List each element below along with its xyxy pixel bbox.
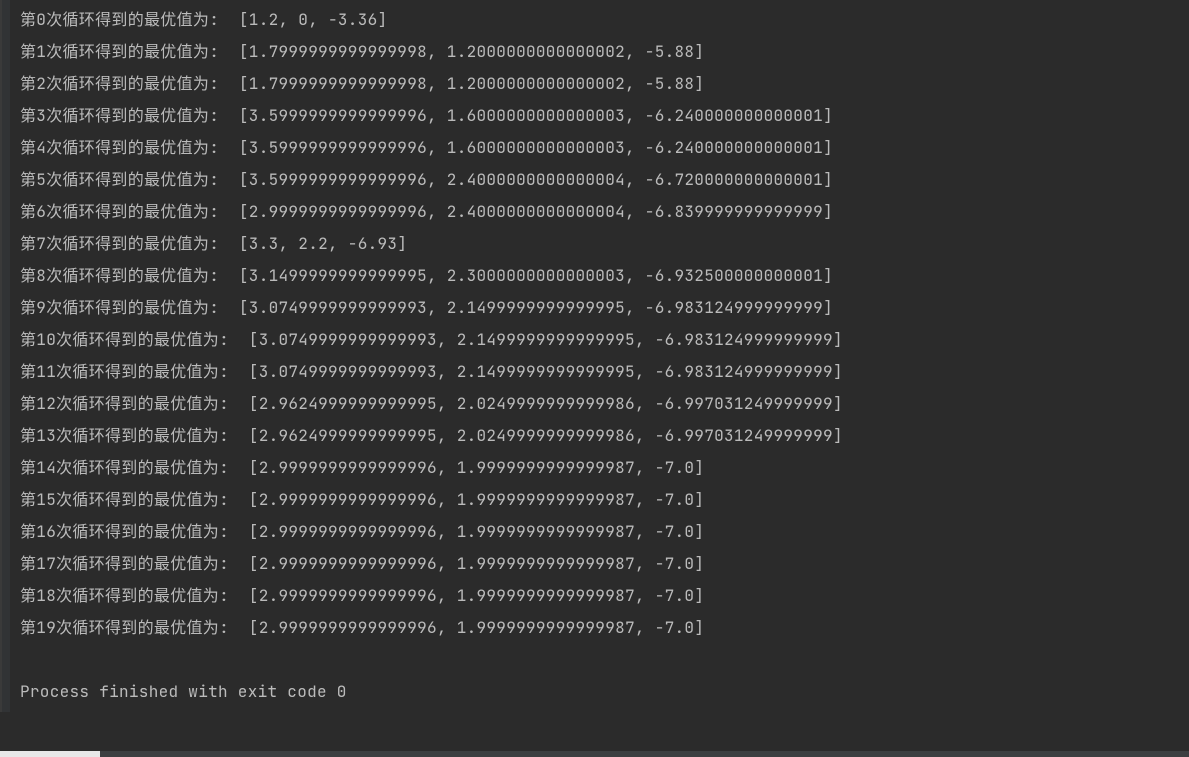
output-line: 第0次循环得到的最优值为: [1.2, 0, -3.36] xyxy=(20,4,1183,36)
output-line: 第10次循环得到的最优值为: [3.0749999999999993, 2.14… xyxy=(20,324,1183,356)
output-line: 第2次循环得到的最优值为: [1.7999999999999998, 1.200… xyxy=(20,68,1183,100)
output-line: 第1次循环得到的最优值为: [1.7999999999999998, 1.200… xyxy=(20,36,1183,68)
output-line: 第19次循环得到的最优值为: [2.9999999999999996, 1.99… xyxy=(20,612,1183,644)
output-line: 第4次循环得到的最优值为: [3.5999999999999996, 1.600… xyxy=(20,132,1183,164)
output-line: 第13次循环得到的最优值为: [2.9624999999999995, 2.02… xyxy=(20,420,1183,452)
output-line: 第6次循环得到的最优值为: [2.9999999999999996, 2.400… xyxy=(20,196,1183,228)
output-line: 第3次循环得到的最优值为: [3.5999999999999996, 1.600… xyxy=(20,100,1183,132)
output-line: 第9次循环得到的最优值为: [3.0749999999999993, 2.149… xyxy=(20,292,1183,324)
console-output-panel[interactable]: 第0次循环得到的最优值为: [1.2, 0, -3.36] 第1次循环得到的最优… xyxy=(0,0,1189,712)
footer-bar xyxy=(0,751,1189,757)
output-line: 第16次循环得到的最优值为: [2.9999999999999996, 1.99… xyxy=(20,516,1183,548)
output-line: 第15次循环得到的最优值为: [2.9999999999999996, 1.99… xyxy=(20,484,1183,516)
output-line: 第18次循环得到的最优值为: [2.9999999999999996, 1.99… xyxy=(20,580,1183,612)
footer-bar-segment xyxy=(0,751,100,757)
exit-message: Process finished with exit code 0 xyxy=(20,676,1183,708)
output-line: 第17次循环得到的最优值为: [2.9999999999999996, 1.99… xyxy=(20,548,1183,580)
output-line: 第5次循环得到的最优值为: [3.5999999999999996, 2.400… xyxy=(20,164,1183,196)
output-line: 第8次循环得到的最优值为: [3.1499999999999995, 2.300… xyxy=(20,260,1183,292)
blank-line xyxy=(20,644,1183,676)
output-line: 第14次循环得到的最优值为: [2.9999999999999996, 1.99… xyxy=(20,452,1183,484)
output-line: 第12次循环得到的最优值为: [2.9624999999999995, 2.02… xyxy=(20,388,1183,420)
output-line: 第7次循环得到的最优值为: [3.3, 2.2, -6.93] xyxy=(20,228,1183,260)
output-line: 第11次循环得到的最优值为: [3.0749999999999993, 2.14… xyxy=(20,356,1183,388)
